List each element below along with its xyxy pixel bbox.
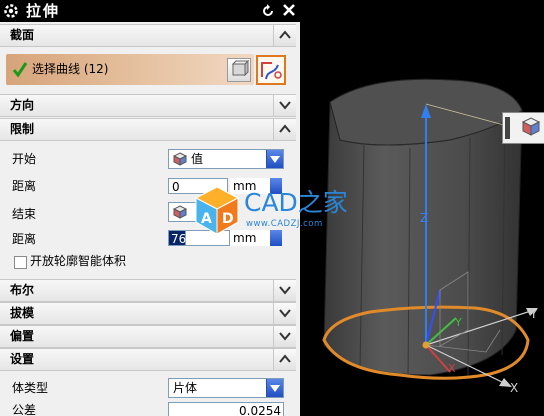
section-header-boolean[interactable]: 布尔: [0, 279, 296, 302]
start-label: 开始: [12, 152, 37, 166]
select-curve-label: 选择曲线 (12): [32, 62, 109, 76]
watermark-cube-icon: A D: [192, 184, 242, 239]
select-curve-row[interactable]: 选择曲线 (12): [6, 54, 254, 85]
body-type-label: 体类型: [12, 381, 49, 395]
end-label: 结束: [12, 207, 37, 221]
section-title: 截面: [10, 28, 35, 42]
section-title: 布尔: [10, 283, 35, 297]
start-type-value: 值: [191, 152, 204, 166]
end-distance-input[interactable]: 76: [168, 230, 186, 246]
svg-text:Y: Y: [454, 316, 462, 329]
open-profile-checkbox[interactable]: [14, 256, 27, 269]
start-type-select[interactable]: 值: [168, 149, 284, 169]
curve-selection-button[interactable]: [256, 55, 286, 85]
settings-gear-icon[interactable]: [2, 2, 20, 20]
body-type-value: 片体: [173, 381, 198, 395]
watermark-url: www.CADZJ.com: [246, 219, 323, 229]
section-title: 设置: [10, 352, 35, 366]
section-header-settings[interactable]: 设置: [0, 348, 296, 371]
section-title: 方向: [10, 98, 35, 112]
svg-text:D: D: [222, 211, 234, 227]
end-distance-label: 距离: [12, 232, 37, 246]
watermark-logo: A D CAD之家 www.CADZJ.com: [192, 184, 362, 240]
svg-text:A: A: [201, 211, 212, 227]
svg-text:Z: Z: [420, 211, 428, 225]
section-title: 限制: [10, 122, 35, 136]
value-cube-icon: [172, 152, 188, 169]
limit-handle-box[interactable]: [502, 112, 544, 144]
origin-point-icon: [422, 341, 430, 349]
section-title: 偏置: [10, 329, 35, 343]
section-header-limits[interactable]: 限制: [0, 118, 296, 141]
svg-text:Y: Y: [529, 307, 538, 321]
close-icon[interactable]: [279, 1, 299, 21]
dialog-titlebar: 拉伸: [0, 0, 300, 22]
expand-chevron-icon[interactable]: [273, 326, 296, 347]
dropdown-arrow-icon[interactable]: [266, 379, 283, 397]
open-profile-label: 开放轮廓智能体积: [30, 254, 127, 268]
expand-chevron-icon[interactable]: [273, 280, 296, 301]
svg-text:X: X: [510, 381, 518, 395]
sketch-section-button[interactable]: [227, 58, 251, 82]
value-cube-icon: [172, 205, 188, 222]
tolerance-input[interactable]: 0.0254: [168, 402, 284, 416]
collapse-chevron-icon[interactable]: [273, 119, 296, 140]
start-distance-label: 距离: [12, 179, 37, 193]
reset-icon[interactable]: [258, 1, 278, 21]
section-title: 拔模: [10, 306, 35, 320]
checkmark-icon: [12, 60, 28, 81]
svg-text:X: X: [448, 362, 456, 375]
section-header-offset[interactable]: 偏置: [0, 325, 296, 348]
dialog-title: 拉伸: [26, 2, 61, 20]
tolerance-label: 公差: [12, 403, 37, 416]
dropdown-arrow-icon[interactable]: [266, 150, 283, 168]
expand-chevron-icon[interactable]: [273, 95, 296, 116]
expand-chevron-icon[interactable]: [273, 303, 296, 324]
body-type-select[interactable]: 片体: [168, 378, 284, 398]
section-header-draft[interactable]: 拔模: [0, 302, 296, 325]
collapse-chevron-icon[interactable]: [273, 25, 296, 46]
section-header-direction[interactable]: 方向: [0, 94, 296, 117]
watermark-title: CAD之家: [244, 188, 348, 217]
section-header-section[interactable]: 截面: [0, 24, 296, 47]
collapse-chevron-icon[interactable]: [273, 349, 296, 370]
